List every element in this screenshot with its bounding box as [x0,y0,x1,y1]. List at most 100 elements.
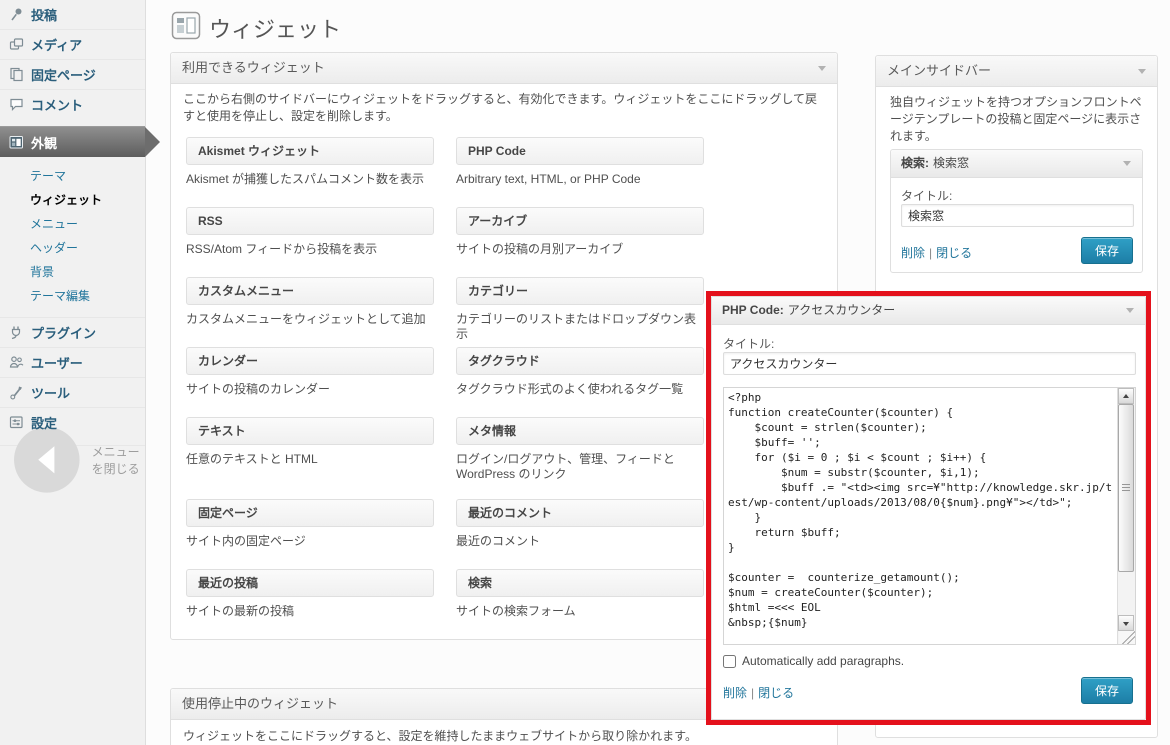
submenu-item-widgets[interactable]: ウィジェット [0,188,145,212]
autop-checkbox-row: Automatically add paragraphs. [723,654,904,668]
widget-card-title: アーカイブ [468,214,527,228]
sidebar-item-posts[interactable]: 投稿 [0,0,145,29]
wordpress-admin-widgets-page: 投稿 メディア 固定ページ コメント 外観 テーマ ウィジェット メニュー ヘッ… [0,0,1170,745]
pages-icon [9,67,24,82]
widget-card-desc: サイトの投稿の月別アーカイブ [456,242,704,257]
search-widget: 検索:検索窓 タイトル: 削除|閉じる 保存 [890,149,1143,273]
admin-sidebar: 投稿 メディア 固定ページ コメント 外観 テーマ ウィジェット メニュー ヘッ… [0,0,146,745]
widget-card-calendar[interactable]: カレンダー サイトの投稿のカレンダー [186,347,434,397]
widget-card-title-bar[interactable]: メタ情報 [456,417,704,445]
sidebar-item-comments[interactable]: コメント [0,89,145,119]
page-title: ウィジェット [209,12,341,44]
widget-card-pages[interactable]: 固定ページ サイト内の固定ページ [186,499,434,549]
php-code-textarea[interactable]: <?php function createCounter($counter) {… [723,387,1136,645]
widget-card-akismet[interactable]: Akismet ウィジェット Akismet が捕獲したスパムコメント数を表示 [186,137,434,187]
save-button[interactable]: 保存 [1081,237,1133,264]
toggle-arrow-icon[interactable] [818,66,826,71]
widget-card-recent-comments[interactable]: 最近のコメント 最近のコメント [456,499,704,549]
widget-card-title-bar[interactable]: 最近のコメント [456,499,704,527]
sidebar-item-label: ユーザー [31,353,83,372]
delete-link[interactable]: 削除 [723,686,747,700]
widget-card-title-bar[interactable]: Akismet ウィジェット [186,137,434,165]
widget-card-title: カスタムメニュー [198,284,294,298]
widget-card-title: 最近のコメント [468,506,552,520]
pin-icon [9,7,24,22]
panel-title: 利用できるウィジェット [182,60,325,75]
sidebar-item-pages[interactable]: 固定ページ [0,59,145,89]
toggle-arrow-icon[interactable] [1138,69,1146,74]
textarea-scrollbar[interactable] [1117,388,1135,644]
widget-card-title: カテゴリー [468,284,528,298]
widget-card-title-bar[interactable]: 検索 [456,569,704,597]
red-highlight-annotation: PHP Code:アクセスカウンター タイトル: <?php function … [706,291,1151,725]
close-link[interactable]: 閉じる [936,246,972,260]
widget-card-title-bar[interactable]: カレンダー [186,347,434,375]
close-link[interactable]: 閉じる [758,686,794,700]
search-widget-header[interactable]: 検索:検索窓 [891,150,1142,178]
scroll-down-button[interactable] [1118,615,1134,631]
sidebar-item-plugins[interactable]: プラグイン [0,317,145,347]
sidebar-item-users[interactable]: ユーザー [0,347,145,377]
widget-card-title-bar[interactable]: カテゴリー [456,277,704,305]
scrollbar-thumb[interactable] [1118,404,1134,572]
widget-card-search[interactable]: 検索 サイトの検索フォーム [456,569,704,619]
widget-card-title-bar[interactable]: テキスト [186,417,434,445]
media-icon [9,37,24,52]
search-widget-title-input[interactable] [901,204,1134,227]
sidebar-item-label: 設定 [31,413,57,432]
available-widgets-header[interactable]: 利用できるウィジェット [171,53,837,84]
search-widget-links: 削除|閉じる [901,244,972,262]
widget-card-archives[interactable]: アーカイブ サイトの投稿の月別アーカイブ [456,207,704,257]
widget-card-title-bar[interactable]: カスタムメニュー [186,277,434,305]
sidebar-item-settings[interactable]: 設定 [0,407,145,437]
sidebar-item-label: プラグイン [31,323,96,342]
widget-card-title-bar[interactable]: RSS [186,207,434,235]
collapse-menu-button[interactable]: メニューを閉じる [0,445,145,474]
sidebar-item-tools[interactable]: ツール [0,377,145,407]
widget-card-title-bar[interactable]: 固定ページ [186,499,434,527]
scroll-up-button[interactable] [1118,388,1134,404]
collapse-menu-label: メニューを閉じる [92,443,145,477]
widget-card-desc: Akismet が捕獲したスパムコメント数を表示 [186,172,434,187]
tools-icon [9,385,24,400]
widget-card-custom-menu[interactable]: カスタムメニュー カスタムメニューをウィジェットとして追加 [186,277,434,327]
submenu-item-background[interactable]: 背景 [0,260,145,284]
php-widget-name: PHP Code: [722,303,784,317]
php-widget-header[interactable]: PHP Code:アクセスカウンター [712,297,1145,325]
php-code-content[interactable]: <?php function createCounter($counter) {… [724,388,1117,644]
toggle-arrow-icon[interactable] [1123,161,1131,166]
autop-checkbox[interactable] [723,655,736,668]
submenu-item-header[interactable]: ヘッダー [0,236,145,260]
submenu-item-editor[interactable]: テーマ編集 [0,284,145,308]
delete-link[interactable]: 削除 [901,246,925,260]
widget-card-title: Akismet ウィジェット [198,144,320,158]
widget-card-rss[interactable]: RSS RSS/Atom フィードから投稿を表示 [186,207,434,257]
widget-card-title-bar[interactable]: 最近の投稿 [186,569,434,597]
sidebar-item-label: コメント [31,95,83,114]
users-icon [9,355,24,370]
widget-card-title-bar[interactable]: PHP Code [456,137,704,165]
plugin-icon [9,325,24,340]
widget-card-title: メタ情報 [468,424,516,438]
submenu-item-menus[interactable]: メニュー [0,212,145,236]
sidebar-item-appearance-current[interactable]: 外観 [0,126,145,157]
sidebar-item-media[interactable]: メディア [0,29,145,59]
widget-card-title-bar[interactable]: タグクラウド [456,347,704,375]
main-sidebar-header[interactable]: メインサイドバー [876,56,1157,87]
php-widget-title-input[interactable] [723,352,1136,375]
widget-card-text[interactable]: テキスト 任意のテキストと HTML [186,417,434,467]
widget-card-desc: サイトの投稿のカレンダー [186,382,434,397]
textarea-resize-grip[interactable] [1119,631,1135,644]
submenu-item-themes[interactable]: テーマ [0,164,145,188]
widget-card-meta[interactable]: メタ情報 ログイン/ログアウト、管理、フィードと WordPress のリンク [456,417,704,482]
widget-card-desc: タグクラウド形式のよく使われるタグ一覧 [456,382,704,397]
widget-card-recent-posts[interactable]: 最近の投稿 サイトの最新の投稿 [186,569,434,619]
widget-card-desc: 最近のコメント [456,534,704,549]
widget-card-categories[interactable]: カテゴリー カテゴリーのリストまたはドロップダウン表示 [456,277,704,342]
widget-card-desc: サイト内の固定ページ [186,534,434,549]
widget-card-title-bar[interactable]: アーカイブ [456,207,704,235]
widget-card-tag-cloud[interactable]: タグクラウド タグクラウド形式のよく使われるタグ一覧 [456,347,704,397]
toggle-arrow-icon[interactable] [1126,308,1134,313]
save-button[interactable]: 保存 [1081,677,1133,704]
widget-card-php-code[interactable]: PHP Code Arbitrary text, HTML, or PHP Co… [456,137,704,187]
